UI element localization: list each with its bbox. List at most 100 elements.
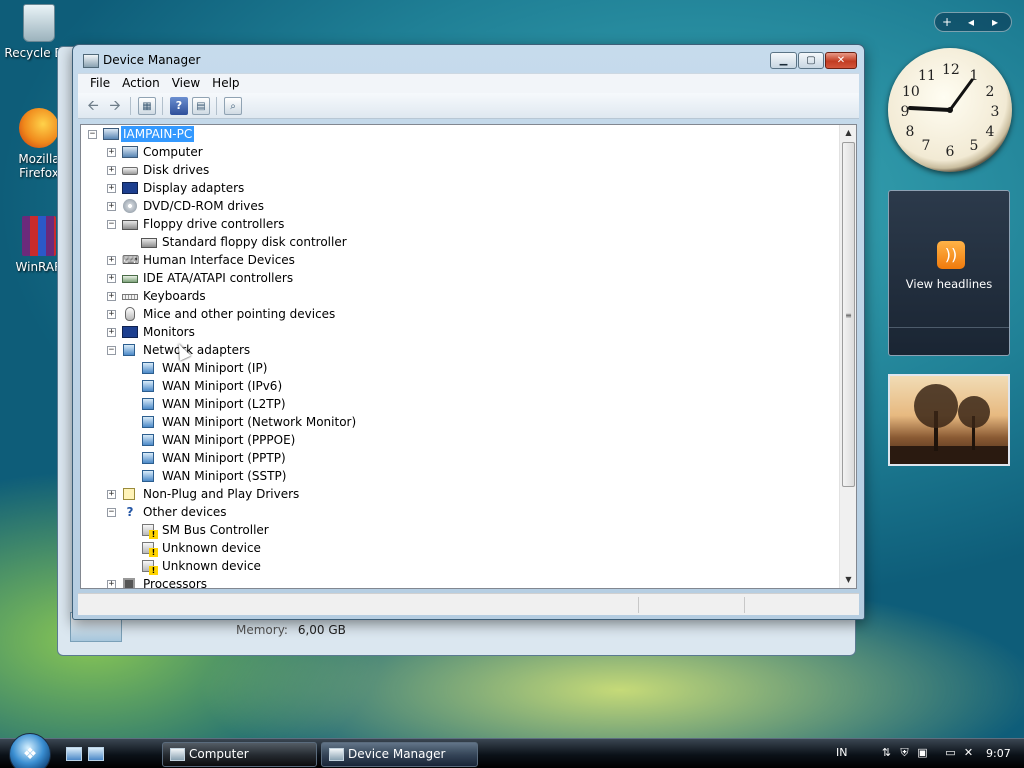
feed-headlines-gadget[interactable]: )) View headlines xyxy=(888,190,1010,356)
floppy-controller-icon xyxy=(122,220,138,230)
tree-node-label: IDE ATA/ATAPI controllers xyxy=(143,271,294,285)
tree-node-label: Unknown device xyxy=(162,559,261,573)
network-adapter-icon xyxy=(142,470,154,482)
expand-icon[interactable]: + xyxy=(107,148,116,157)
previous-gadgets-icon[interactable]: ◂ xyxy=(959,13,983,31)
vertical-scrollbar[interactable]: ▲ ≡ ▼ xyxy=(839,125,856,588)
expand-icon[interactable]: + xyxy=(107,292,116,301)
menu-file[interactable]: File xyxy=(84,74,116,90)
mouse-icon xyxy=(125,307,135,321)
computer-icon xyxy=(103,128,119,140)
taskbar-button-computer[interactable]: Computer xyxy=(162,742,317,767)
tree-node-label: DVD/CD-ROM drives xyxy=(143,199,265,213)
unknown-device-category-icon: ? xyxy=(126,505,134,519)
tree-node-label: Network adapters xyxy=(143,343,251,357)
network-status-tray-icon[interactable]: ▭ xyxy=(944,746,957,759)
ide-controller-icon xyxy=(122,275,138,283)
expand-icon[interactable]: + xyxy=(107,580,116,588)
monitor-icon xyxy=(122,326,138,338)
network-adapter-icon xyxy=(123,344,135,356)
expand-icon[interactable]: + xyxy=(107,166,116,175)
show-hide-console-tree-icon[interactable]: ▦ xyxy=(138,97,156,115)
minimize-button[interactable]: ▁ xyxy=(770,52,797,69)
scroll-thumb[interactable]: ≡ xyxy=(842,142,855,487)
non-plug-and-play-icon xyxy=(123,488,135,500)
forward-arrow-icon[interactable]: 🡪 xyxy=(106,97,124,115)
status-divider xyxy=(744,597,745,613)
status-divider xyxy=(638,597,639,613)
tree-node-label: WAN Miniport (PPTP) xyxy=(162,451,286,465)
language-indicator[interactable]: IN xyxy=(836,746,847,759)
status-bar xyxy=(78,593,859,615)
taskbar-button-label: Device Manager xyxy=(348,747,446,761)
expand-icon[interactable]: + xyxy=(107,202,116,211)
collapse-icon[interactable]: − xyxy=(107,220,116,229)
tree-node-label: WAN Miniport (SSTP) xyxy=(162,469,287,483)
safely-remove-hardware-tray-icon[interactable]: ▣ xyxy=(916,746,929,759)
device-manager-icon xyxy=(329,748,344,761)
collapse-icon[interactable]: − xyxy=(107,508,116,517)
sidebar-controls: + ◂ ▸ xyxy=(934,12,1012,32)
tree-node-label: WAN Miniport (Network Monitor) xyxy=(162,415,357,429)
expand-icon[interactable]: + xyxy=(107,184,116,193)
tree-node-label: Non-Plug and Play Drivers xyxy=(143,487,300,501)
maximize-button[interactable]: ▢ xyxy=(798,52,824,69)
device-manager-window[interactable]: Device Manager ▁ ▢ ✕ File Action View Help … xyxy=(72,44,865,620)
scan-hardware-changes-icon[interactable]: ⌕ xyxy=(224,97,242,115)
tree-node-label: Floppy drive controllers xyxy=(143,217,285,231)
switch-windows-icon[interactable] xyxy=(88,747,104,761)
tree-node-label: Processors xyxy=(143,577,208,589)
expand-icon[interactable]: + xyxy=(107,490,116,499)
tree-node-label: Standard floppy disk controller xyxy=(162,235,347,249)
start-button[interactable]: ❖ xyxy=(9,733,51,768)
memory-label: Memory: xyxy=(236,623,288,637)
tree-node-label: WAN Miniport (PPPOE) xyxy=(162,433,296,447)
slideshow-gadget[interactable] xyxy=(888,374,1010,466)
close-button[interactable]: ✕ xyxy=(825,52,857,69)
network-adapter-icon xyxy=(142,398,154,410)
security-shield-tray-icon[interactable]: ⛨ xyxy=(898,746,911,759)
processor-icon xyxy=(123,578,135,588)
taskbar-button-device-manager[interactable]: Device Manager xyxy=(321,742,478,767)
title-bar[interactable]: Device Manager ▁ ▢ ✕ xyxy=(73,45,864,75)
network-tray-icon[interactable]: ⇅ xyxy=(880,746,893,759)
tree-node-label: Other devices xyxy=(143,505,227,519)
memory-value: 6,00 GB xyxy=(297,623,346,637)
scroll-up-icon[interactable]: ▲ xyxy=(840,125,856,141)
network-adapter-icon xyxy=(142,416,154,428)
winrar-icon xyxy=(22,216,56,256)
collapse-icon[interactable]: − xyxy=(88,130,97,139)
menu-help[interactable]: Help xyxy=(206,74,245,90)
tree-node-label: Display adapters xyxy=(143,181,245,195)
volume-muted-tray-icon[interactable]: ✕ xyxy=(962,746,975,759)
expand-icon[interactable]: + xyxy=(107,328,116,337)
menu-view[interactable]: View xyxy=(166,74,206,90)
recycle-bin-icon xyxy=(23,4,55,42)
toolbar: 🡨 🡪 ▦ ? ▤ ⌕ xyxy=(78,93,859,119)
device-tree[interactable]: − IAMPAIN-PC + Computer + Disk drives + … xyxy=(80,124,857,589)
memory-info: Memory: 6,00 GB xyxy=(236,623,346,637)
toolbar-separator xyxy=(216,97,217,115)
properties-icon[interactable]: ▤ xyxy=(192,97,210,115)
collapse-icon[interactable]: − xyxy=(107,346,116,355)
expand-icon[interactable]: + xyxy=(107,274,116,283)
view-headlines-link[interactable]: View headlines xyxy=(889,277,1009,291)
back-arrow-icon[interactable]: 🡨 xyxy=(84,97,102,115)
tree-node-label: Computer xyxy=(143,145,203,159)
menu-action[interactable]: Action xyxy=(116,74,166,90)
toolbar-separator xyxy=(162,97,163,115)
add-gadget-icon[interactable]: + xyxy=(935,13,959,31)
expand-icon[interactable]: + xyxy=(107,256,116,265)
help-icon[interactable]: ? xyxy=(170,97,188,115)
scroll-down-icon[interactable]: ▼ xyxy=(840,572,856,588)
network-adapter-icon xyxy=(142,434,154,446)
taskbar-clock[interactable]: 9:07 xyxy=(986,747,1011,760)
clock-gadget[interactable]: 12 1 2 3 4 5 6 7 8 9 10 11 xyxy=(888,48,1012,172)
menu-bar: File Action View Help xyxy=(78,73,859,93)
next-gadgets-icon[interactable]: ▸ xyxy=(983,13,1007,31)
show-desktop-icon[interactable] xyxy=(66,747,82,761)
warning-device-icon xyxy=(142,560,158,575)
computer-icon xyxy=(122,146,138,158)
expand-icon[interactable]: + xyxy=(107,310,116,319)
tree-node-label: WAN Miniport (L2TP) xyxy=(162,397,286,411)
